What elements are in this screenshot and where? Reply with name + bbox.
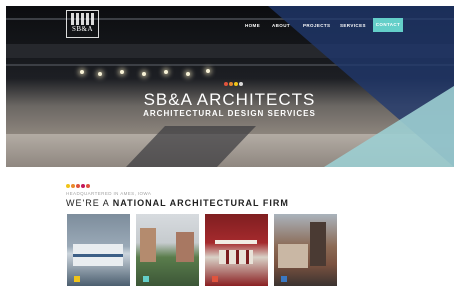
- hero-dot: [234, 82, 238, 86]
- ceiling-light: [80, 70, 84, 74]
- project-card[interactable]: [136, 214, 199, 286]
- contact-button[interactable]: CONTACT: [373, 18, 403, 32]
- building-tower: [310, 222, 326, 266]
- ceiling-light: [98, 72, 102, 76]
- nav-services[interactable]: SERVICES: [340, 20, 366, 32]
- intro-dot: [71, 184, 75, 188]
- nav-about[interactable]: ABOUT: [272, 20, 290, 32]
- hero-dot: [239, 82, 243, 86]
- section-kicker: HEADQUARTERED IN AMES, IOWA: [66, 191, 152, 196]
- building-window-band: [73, 254, 123, 257]
- intro-dot: [81, 184, 85, 188]
- section-title-plain: WE'RE A: [66, 198, 113, 208]
- ceiling-light: [120, 70, 124, 74]
- building-image: [140, 228, 156, 262]
- section-title-bold: NATIONAL ARCHITECTURAL FIRM: [112, 198, 289, 208]
- intro-dot: [76, 184, 80, 188]
- ceiling-light: [142, 72, 146, 76]
- ceiling-light: [186, 72, 190, 76]
- hero-dots: [224, 82, 248, 87]
- hero-dot: [229, 82, 233, 86]
- building-windows: [219, 250, 253, 264]
- ceiling-light: [206, 69, 210, 73]
- project-accent: [281, 276, 287, 282]
- hero-dot: [224, 82, 228, 86]
- hero-subtitle: ARCHITECTURAL DESIGN SERVICES: [143, 109, 316, 118]
- project-accent: [212, 276, 218, 282]
- project-accent: [143, 276, 149, 282]
- intro-dot: [86, 184, 90, 188]
- intro-dots: [66, 184, 94, 189]
- hero-title: SB&A ARCHITECTS: [143, 90, 316, 109]
- building-image: [176, 232, 194, 262]
- project-card[interactable]: [205, 214, 268, 286]
- nav-home[interactable]: HOME: [245, 20, 260, 32]
- building-trim: [215, 240, 257, 244]
- nav-projects[interactable]: PROJECTS: [303, 20, 330, 32]
- intro-dot: [66, 184, 70, 188]
- ceiling-light: [164, 70, 168, 74]
- section-title: WE'RE A NATIONAL ARCHITECTURAL FIRM: [66, 198, 289, 209]
- project-card[interactable]: [274, 214, 337, 286]
- project-card[interactable]: [67, 214, 130, 286]
- building-image: [278, 244, 308, 268]
- project-accent: [74, 276, 80, 282]
